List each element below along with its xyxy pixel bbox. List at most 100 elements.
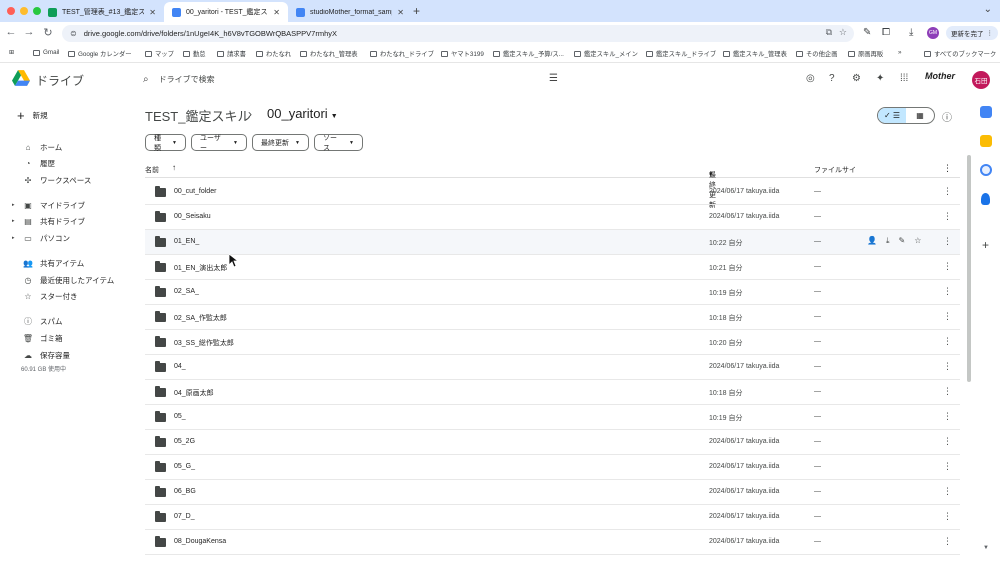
bookmark-item[interactable]: Google カレンダー xyxy=(68,49,132,58)
help-icon[interactable]: ? xyxy=(829,73,835,84)
update-button[interactable]: 更新を完了 ⋮ xyxy=(946,26,998,40)
table-row[interactable]: 04_原画太郎 10:18 自分 — ⋮ xyxy=(145,380,960,405)
gemini-sparkle-icon[interactable]: ✦ xyxy=(876,73,884,84)
url-text[interactable]: drive.google.com/drive/folders/1nUgeI4K_… xyxy=(84,29,337,38)
file-name[interactable]: 06_BG xyxy=(174,488,196,495)
sort-arrow-icon[interactable]: ↑ xyxy=(172,163,176,172)
browser-tab[interactable]: TEST_管理表_#13_鑑定スキル ✕ xyxy=(40,2,164,22)
bookmark-item[interactable]: わたなれ xyxy=(256,49,291,58)
sidebar-item[interactable]: ⌂ ホーム xyxy=(12,140,63,154)
file-name[interactable]: 04_原画太郎 xyxy=(174,388,214,398)
file-name[interactable]: 02_SA_作監太郎 xyxy=(174,313,227,323)
filter-chip[interactable]: 種類 ▼ xyxy=(145,134,186,152)
column-options-icon[interactable]: ⋮ xyxy=(943,163,952,174)
file-name[interactable]: 08_DougaKensa xyxy=(174,538,226,545)
file-name[interactable]: 07_D_ xyxy=(174,513,195,520)
sidebar-item[interactable]: ▸ ▭ パソコン xyxy=(12,231,70,245)
breadcrumb-parent[interactable]: TEST_鑑定スキル xyxy=(145,106,250,125)
sidebar-item[interactable]: ◷ 最近使用したアイテム xyxy=(12,273,115,287)
breadcrumb-current-folder[interactable]: 00_yaritori ▼ xyxy=(267,106,338,121)
keep-side-icon[interactable] xyxy=(980,135,992,147)
filter-chip[interactable]: ソース ▼ xyxy=(314,134,363,152)
more-actions-icon[interactable]: ⋮ xyxy=(943,436,952,447)
more-actions-icon[interactable]: ⋮ xyxy=(943,461,952,472)
more-actions-icon[interactable]: ⋮ xyxy=(943,261,952,272)
file-name[interactable]: 04_ xyxy=(174,363,186,370)
bookmark-item[interactable]: 請求書 xyxy=(217,49,246,58)
bookmark-item[interactable]: 鑑定スキル_予算/ス... xyxy=(493,49,564,58)
forward-icon[interactable]: → xyxy=(22,26,36,38)
table-row[interactable]: 06_BG 2024/06/17 takuya.iida — ⋮ xyxy=(145,480,960,505)
filter-chip[interactable]: 最終更新 ▼ xyxy=(252,134,309,151)
more-actions-icon[interactable]: ⋮ xyxy=(943,536,952,547)
new-tab-button[interactable]: + xyxy=(413,4,420,18)
more-actions-icon[interactable]: ⋮ xyxy=(943,311,952,322)
table-row[interactable]: 05_G_ 2024/06/17 takuya.iida — ⋮ xyxy=(145,455,960,480)
tab-search-icon[interactable]: ⌄ xyxy=(984,4,992,15)
browser-tab[interactable]: studioMother_format_sample ✕ xyxy=(288,2,412,22)
table-row[interactable]: 05_ 10:19 自分 — ⋮ xyxy=(145,405,960,430)
bookmark-item[interactable]: マップ xyxy=(145,49,174,58)
tasks-side-icon[interactable] xyxy=(980,164,992,176)
grid-view-button[interactable]: ▦ xyxy=(906,108,934,123)
more-actions-icon[interactable]: ⋮ xyxy=(943,386,952,397)
column-size-header[interactable]: ファイルサイ xyxy=(814,165,856,175)
scroll-down-arrow-icon[interactable]: ▼ xyxy=(983,545,989,551)
browser-tab[interactable]: 00_yaritori - TEST_鑑定スキル ✕ xyxy=(164,2,288,22)
bookmark-item[interactable]: わたなれ_管理表 xyxy=(300,49,358,58)
list-view-button[interactable]: ✓ ☰ xyxy=(878,108,906,123)
table-row[interactable]: 02_SA_ 10:19 自分 — ⋮ xyxy=(145,280,960,305)
search-box[interactable]: ⌕ ドライブで検索 ☰ xyxy=(138,68,570,90)
table-row[interactable]: 00_Seisaku 2024/06/17 takuya.iida — ⋮ xyxy=(145,205,960,230)
account-avatar[interactable]: 石田 xyxy=(972,71,990,89)
bookmark-item[interactable]: Gmail xyxy=(33,49,59,56)
share-icon[interactable]: 👤 xyxy=(867,236,877,246)
details-info-icon[interactable]: ⓘ xyxy=(942,109,952,124)
bookmark-item[interactable]: 鑑定スキル_管理表 xyxy=(723,49,787,58)
more-actions-icon[interactable]: ⋮ xyxy=(943,236,952,247)
extensions-icon[interactable]: ⧠ xyxy=(882,27,890,38)
app-title[interactable]: ドライブ xyxy=(36,72,84,89)
more-actions-icon[interactable]: ⋮ xyxy=(943,286,952,297)
scrollbar-thumb[interactable] xyxy=(967,155,971,382)
download-icon[interactable]: ⤓ xyxy=(909,27,913,38)
view-toggle[interactable]: ✓ ☰ ▦ xyxy=(877,107,935,124)
add-addon-icon[interactable]: + xyxy=(982,238,989,252)
bookmark-item[interactable]: わたなれ_ドライブ xyxy=(370,49,434,58)
file-name[interactable]: 00_cut_folder xyxy=(174,188,216,195)
table-row[interactable]: 08_DougaKensa 2024/06/17 takuya.iida — ⋮ xyxy=(145,530,960,555)
bookmark-item[interactable]: 勤怠 xyxy=(183,49,206,58)
rename-icon[interactable]: ✎ xyxy=(899,236,906,246)
reload-icon[interactable]: ↻ xyxy=(41,26,55,39)
sidebar-item[interactable]: 🗑 ゴミ箱 xyxy=(12,331,63,345)
file-name[interactable]: 00_Seisaku xyxy=(174,213,211,220)
file-name[interactable]: 01_EN_ xyxy=(174,238,199,245)
bookmark-item[interactable]: 原画再販 xyxy=(848,49,883,58)
settings-gear-icon[interactable]: ⚙ xyxy=(852,73,861,84)
column-name-header[interactable]: 名前 xyxy=(145,165,159,175)
google-apps-icon[interactable]: ⁞⁞⁞ xyxy=(900,73,908,84)
install-icon[interactable]: ⧉ xyxy=(826,27,832,38)
browser-profile-avatar[interactable]: GM xyxy=(927,27,939,39)
site-info-icon[interactable]: ⊜ xyxy=(70,29,77,38)
more-actions-icon[interactable]: ⋮ xyxy=(943,511,952,522)
close-window-button[interactable] xyxy=(7,7,15,15)
sidebar-item[interactable]: ☁ 保存容量 xyxy=(12,348,70,362)
drive-logo-icon[interactable] xyxy=(12,70,30,86)
more-actions-icon[interactable]: ⋮ xyxy=(943,211,952,222)
file-name[interactable]: 03_SS_総作監太郎 xyxy=(174,338,234,348)
expand-caret-icon[interactable]: ▸ xyxy=(12,202,20,208)
bookmark-item[interactable]: その他企画 xyxy=(796,49,837,58)
offline-status-icon[interactable]: ◎ xyxy=(806,73,815,84)
file-name[interactable]: 05_G_ xyxy=(174,463,195,470)
file-name[interactable]: 05_ xyxy=(174,413,186,420)
contacts-side-icon[interactable] xyxy=(981,193,990,205)
bookmark-item[interactable]: ヤマト3199 xyxy=(441,49,484,58)
address-bar[interactable]: ⊜ drive.google.com/drive/folders/1nUgeI4… xyxy=(62,25,854,42)
file-name[interactable]: 05_2G xyxy=(174,438,195,445)
search-input[interactable]: ドライブで検索 xyxy=(159,74,215,85)
sidebar-item[interactable]: ⓘ スパム xyxy=(12,314,63,328)
sidebar-item[interactable]: ◔ 履歴 xyxy=(12,156,55,170)
sidebar-item[interactable]: ▸ ▤ 共有ドライブ xyxy=(12,214,85,228)
expand-caret-icon[interactable]: ▸ xyxy=(12,218,20,224)
